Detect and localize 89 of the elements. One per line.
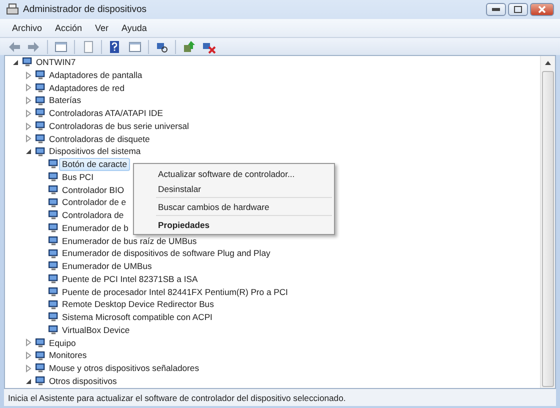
- collapsed-arrow-icon[interactable]: [24, 83, 33, 92]
- menu-option[interactable]: Actualizar software de controlador...: [136, 166, 332, 181]
- tree-item[interactable]: Bus PCI: [59, 170, 97, 184]
- collapsed-arrow-icon[interactable]: [24, 364, 33, 373]
- tree-item[interactable]: Baterías: [46, 94, 84, 107]
- monitor-icon: [48, 300, 59, 310]
- monitor-icon: [35, 134, 46, 144]
- close-icon: [538, 6, 546, 13]
- collapsed-arrow-icon[interactable]: [24, 96, 33, 106]
- tree-item[interactable]: Enumerador de UMBus: [59, 260, 155, 273]
- monitor-icon: [48, 210, 59, 220]
- maximize-button[interactable]: [508, 3, 528, 16]
- monitor-icon: [35, 338, 46, 348]
- back-arrow-icon: [7, 40, 21, 54]
- tree-item[interactable]: Controladora de: [59, 209, 127, 222]
- page-icon: [81, 40, 95, 54]
- tree-item[interactable]: Controlador BIO: [59, 184, 128, 196]
- collapsed-arrow-icon[interactable]: [24, 122, 33, 131]
- tree-item[interactable]: ONTWIN7: [33, 56, 79, 69]
- monitor-icon: [48, 274, 59, 284]
- tree-item[interactable]: Remote Desktop Device Redirector Bus: [59, 298, 217, 311]
- collapsed-arrow-icon[interactable]: [24, 338, 33, 348]
- expanded-arrow-icon[interactable]: [24, 147, 33, 156]
- collapsed-arrow-icon[interactable]: [24, 134, 33, 144]
- monitor-icon: [35, 96, 46, 106]
- monitor-icon: [48, 236, 59, 246]
- computer-icon: [22, 57, 33, 68]
- window-icon: [54, 40, 68, 54]
- minimize-icon: [492, 8, 500, 11]
- monitor-icon: [35, 108, 46, 118]
- tree-item[interactable]: VirtualBox Device: [59, 324, 133, 336]
- tree-item[interactable]: Equipo: [46, 336, 79, 350]
- window-title: Administrador de dispositivos: [23, 4, 148, 15]
- tree-item[interactable]: Enumerador de b: [59, 222, 132, 234]
- monitor-icon: [48, 312, 59, 322]
- monitor-icon: [35, 121, 46, 132]
- expanded-arrow-icon[interactable]: [24, 376, 33, 386]
- minimize-button[interactable]: [486, 3, 506, 16]
- tree-item[interactable]: Adaptadores de pantalla: [46, 68, 146, 82]
- tree-item[interactable]: Botón de caracte: [59, 158, 130, 171]
- status-text: Inicia el Asistente para actualizar el software de controlador del dispositivo seleccionado.: [8, 392, 346, 402]
- monitor-icon: [48, 159, 59, 170]
- app-icon: [6, 3, 19, 16]
- monitor-icon: [48, 325, 59, 336]
- tree-item[interactable]: Enumerador de bus raíz de UMBus: [59, 234, 200, 248]
- menu-item[interactable]: Acción: [49, 23, 88, 33]
- collapsed-arrow-icon[interactable]: [24, 70, 33, 80]
- help-icon: [108, 40, 122, 54]
- monitor-icon: [35, 82, 46, 93]
- tree-item[interactable]: Puente de PCI Intel 82371SB a ISA: [59, 272, 201, 286]
- menu-item[interactable]: Ver: [89, 23, 115, 33]
- menu-item[interactable]: Ayuda: [116, 23, 153, 33]
- tree-item[interactable]: Monitores: [46, 349, 90, 362]
- maximize-icon: [514, 6, 522, 13]
- tree-item[interactable]: Sistema Microsoft compatible con ACPI: [59, 311, 216, 324]
- tree-item[interactable]: Mouse y otros dispositivos señaladores: [46, 362, 202, 375]
- tree-item[interactable]: Adaptadores de red: [46, 82, 128, 94]
- monitor-icon: [35, 146, 46, 157]
- monitor-icon: [35, 350, 46, 361]
- tree-item[interactable]: Controlador de e: [59, 196, 130, 209]
- monitor-icon: [35, 70, 46, 80]
- menu-option[interactable]: Desinstalar: [136, 181, 332, 196]
- menu-option[interactable]: Buscar cambios de hardware: [136, 199, 332, 214]
- expanded-arrow-icon[interactable]: [11, 58, 20, 67]
- scrollbar-thumb[interactable]: [542, 71, 554, 387]
- tree-item[interactable]: Dispositivos del sistema: [46, 145, 144, 158]
- monitor-icon: [48, 261, 59, 272]
- menu-item[interactable]: Archivo: [6, 23, 48, 33]
- tree-item[interactable]: Puente de procesador Intel 82441FX Pentium(R) Pro a PCI: [59, 286, 291, 298]
- menu-option[interactable]: Propiedades: [136, 217, 332, 232]
- monitor-icon: [48, 286, 59, 297]
- monitor-icon: [48, 223, 59, 234]
- forward-arrow-icon: [27, 40, 41, 54]
- update-icon: [182, 40, 196, 54]
- monitor-icon: [48, 248, 59, 259]
- close-button[interactable]: [530, 3, 554, 16]
- tree-item[interactable]: Controladoras de bus serie universal: [46, 120, 192, 132]
- monitor-icon: [35, 376, 46, 386]
- monitor-icon: [48, 184, 59, 195]
- tree-item[interactable]: Controladoras de disquete: [46, 132, 153, 146]
- window-icon: [128, 40, 142, 54]
- tree-item[interactable]: Otros dispositivos: [46, 374, 120, 388]
- collapsed-arrow-icon[interactable]: [24, 351, 33, 360]
- tree-item[interactable]: Enumerador de dispositivos de software Plug and Play: [59, 247, 274, 260]
- collapsed-arrow-icon[interactable]: [24, 108, 33, 118]
- monitor-icon: [48, 198, 59, 208]
- monitor-icon: [48, 172, 59, 182]
- monitor-icon: [35, 363, 46, 374]
- tree-item[interactable]: Controladoras ATA/ATAPI IDE: [46, 107, 166, 120]
